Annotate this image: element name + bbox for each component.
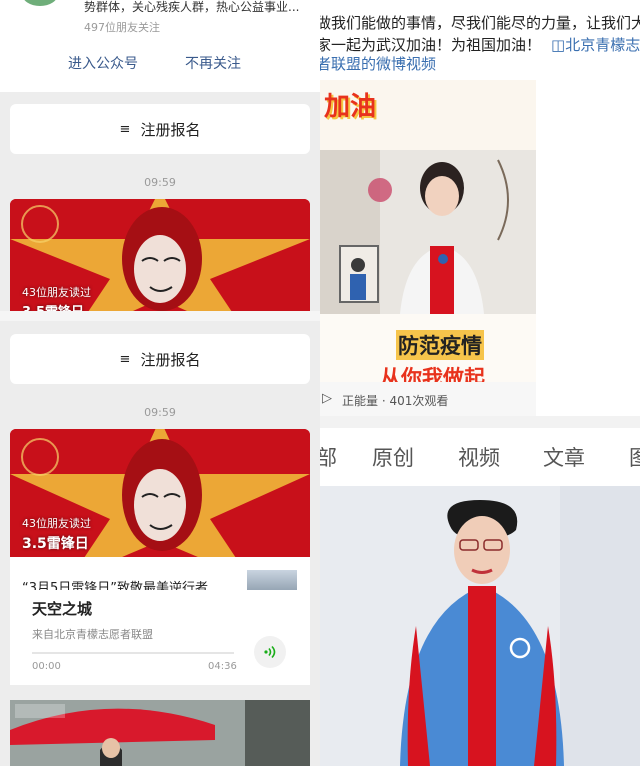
speaker-video-frame bbox=[320, 150, 536, 314]
post-text-segment: 家一起为武汉加油！为祖国加油！ bbox=[320, 36, 542, 54]
audio-title: 天空之城 bbox=[32, 600, 93, 618]
article-title: 3.5雷锋日 bbox=[22, 536, 89, 552]
account-header: 势群体，关心残疾人群，热心公益事业... 497位朋友关注 进入公众号 不再关注 bbox=[0, 0, 320, 92]
audio-play-button[interactable] bbox=[254, 636, 286, 668]
audio-progress-track[interactable] bbox=[32, 652, 234, 654]
audio-source: 来自北京青檬志愿者联盟 bbox=[32, 628, 153, 641]
tab-all[interactable]: 部 bbox=[320, 442, 337, 472]
volunteer-photo[interactable] bbox=[10, 700, 310, 766]
poster-text: 防范疫情 bbox=[396, 330, 484, 360]
readers-count: 43位朋友读过 bbox=[22, 517, 91, 530]
thumb-caption-area: 加油 bbox=[320, 80, 536, 150]
article-banner[interactable]: 43位朋友读过 3.5雷锋日 bbox=[10, 199, 310, 311]
register-label: 注册报名 bbox=[140, 120, 201, 139]
account-description: 势群体，关心残疾人群，热心公益事业... bbox=[84, 0, 300, 14]
register-menu-card[interactable]: ≡ 注册报名 bbox=[10, 104, 310, 154]
menu-lines-icon: ≡ bbox=[119, 351, 131, 367]
audio-card[interactable]: 天空之城 来自北京青檬志愿者联盟 00:00 04:36 bbox=[10, 590, 310, 685]
weibo-video-link[interactable]: 者联盟的微博视频 bbox=[320, 53, 436, 74]
video-link-icon: ◫ bbox=[551, 36, 566, 54]
poster-text: 从你我做起 bbox=[380, 366, 485, 382]
message-time: 09:59 bbox=[144, 176, 176, 189]
weibo-user-link[interactable]: 北京青檬志愿 bbox=[565, 36, 640, 54]
sound-wave-icon bbox=[264, 645, 276, 659]
wechat-account-panel: 势群体，关心残疾人群，热心公益事业... 497位朋友关注 进入公众号 不再关注… bbox=[0, 0, 320, 766]
thumb-poster: 防范疫情 从你我做起 bbox=[320, 314, 536, 382]
video-views: 正能量 · 401次观看 bbox=[342, 394, 449, 408]
post-text-line: 做我们能做的事情，尽我们能尽的力量，让我们大 bbox=[320, 14, 640, 32]
thumb-caption: 加油 bbox=[324, 92, 377, 122]
register-menu-card[interactable]: ≡ 注册报名 bbox=[10, 334, 310, 384]
video-thumbnail[interactable]: 加油 防范疫情 从你我做起 bbox=[320, 80, 536, 382]
menu-lines-icon: ≡ bbox=[119, 121, 131, 137]
article-banner[interactable]: 43位朋友读过 3.5雷锋日 bbox=[10, 429, 310, 557]
post-text-line: 家一起为武汉加油！为祖国加油！ ◫北京青檬志愿 bbox=[320, 34, 640, 55]
article-title: 3.5雷锋日 bbox=[22, 301, 84, 311]
tab-original[interactable]: 原创 bbox=[372, 442, 414, 472]
video-play-icon: ▷ bbox=[322, 391, 332, 406]
audio-duration: 04:36 bbox=[208, 661, 237, 672]
account-avatar[interactable] bbox=[22, 0, 58, 6]
section-divider bbox=[0, 311, 320, 321]
weibo-panel: 做我们能做的事情，尽我们能尽的力量，让我们大 家一起为武汉加油！为祖国加油！ ◫北… bbox=[320, 0, 640, 766]
unfollow-button[interactable]: 不再关注 bbox=[185, 53, 241, 73]
register-label: 注册报名 bbox=[140, 350, 201, 369]
followers-count: 497位朋友关注 bbox=[84, 21, 160, 34]
message-time: 09:59 bbox=[144, 406, 176, 419]
video-views-row: ▷ 正能量 · 401次观看 bbox=[320, 382, 536, 416]
tab-article[interactable]: 文章 bbox=[543, 442, 585, 472]
tab-video[interactable]: 视频 bbox=[458, 442, 500, 472]
featured-video[interactable] bbox=[320, 486, 640, 766]
umbrella-image bbox=[10, 700, 310, 766]
readers-count: 43位朋友读过 bbox=[22, 286, 91, 299]
tab-picture[interactable]: 图 bbox=[629, 442, 640, 472]
section-gap bbox=[320, 416, 640, 428]
audio-current-time: 00:00 bbox=[32, 661, 61, 672]
enter-account-button[interactable]: 进入公众号 bbox=[68, 53, 138, 73]
profile-tabs: 部 原创 视频 文章 图 bbox=[320, 428, 640, 486]
